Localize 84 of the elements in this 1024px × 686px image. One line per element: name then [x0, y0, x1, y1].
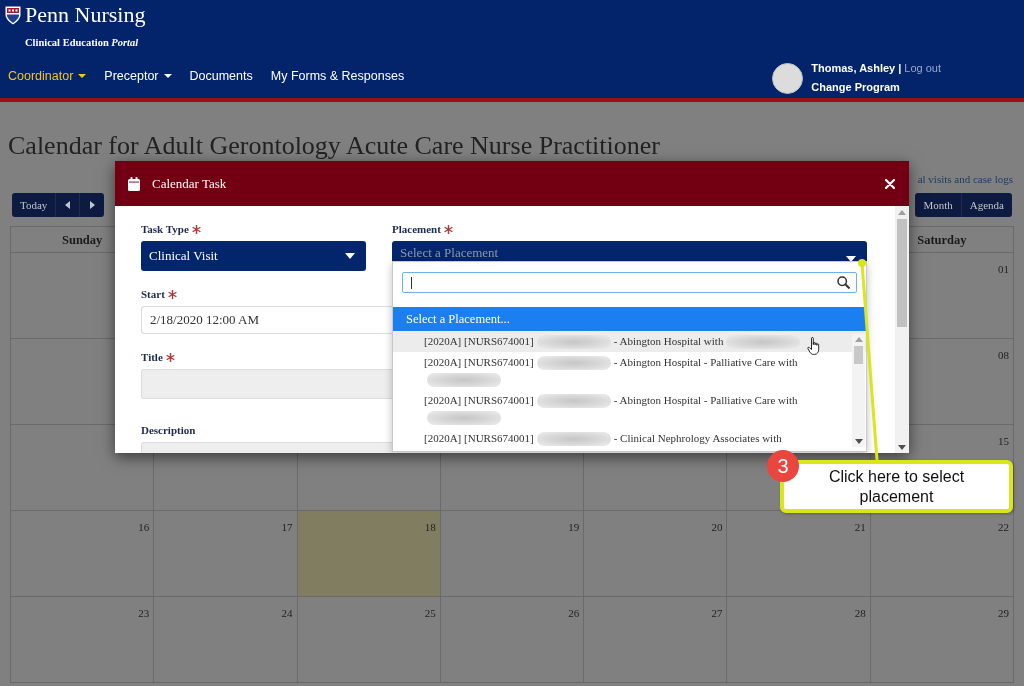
- dropdown-option[interactable]: [2020A] [NURS674001] - Abington Hospital - Palliative Care with: [393, 352, 866, 390]
- day-number: 16: [138, 520, 150, 534]
- calendar-day-cell[interactable]: 16: [11, 511, 155, 597]
- day-number: 21: [854, 520, 866, 534]
- dropdown-option[interactable]: [2020A] [NURS674001] - Abington Hospital with: [393, 331, 866, 352]
- weekday-header: Sunday: [62, 231, 103, 248]
- day-number: 24: [281, 606, 293, 620]
- text-input[interactable]: 2/18/2020 12:00 AM: [141, 306, 394, 334]
- close-icon: [885, 178, 895, 189]
- dropdown-option[interactable]: [2020A] [NURS674001] - Clinical Nephrology Associates with: [393, 428, 866, 449]
- calendar-day-cell[interactable]: 25: [297, 597, 441, 683]
- weekday-header: Saturday: [917, 231, 967, 248]
- calendar-day-cell[interactable]: 29: [870, 597, 1014, 683]
- field-label: Task Type: [141, 222, 189, 236]
- view-button[interactable]: Agenda: [961, 193, 1012, 217]
- day-number: 25: [424, 606, 436, 620]
- search-field[interactable]: [402, 272, 857, 293]
- step-number-badge: 3: [767, 450, 799, 482]
- text-cursor: [411, 277, 412, 289]
- list-scrollbar[interactable]: [852, 334, 865, 447]
- day-number: 23: [138, 606, 150, 620]
- scrollbar-thumb[interactable]: [897, 219, 907, 327]
- logo-subtitle: Clinical Education Portal: [25, 36, 139, 49]
- shield-logo-icon: [5, 6, 21, 25]
- today-button[interactable]: Today: [12, 193, 57, 217]
- field-label: Title: [141, 350, 163, 364]
- day-number: 08: [998, 348, 1009, 362]
- calendar-day-cell[interactable]: 26: [440, 597, 585, 683]
- select-field[interactable]: Clinical Visit: [141, 241, 366, 271]
- day-number: 29: [998, 606, 1009, 620]
- next-button[interactable]: [80, 193, 105, 217]
- day-number: 27: [711, 606, 723, 620]
- dialog-title: Calendar Task: [152, 175, 228, 192]
- scrollbar-thumb[interactable]: [854, 346, 863, 364]
- day-number: 26: [568, 606, 580, 620]
- day-number: 01: [998, 262, 1009, 276]
- dropdown-option[interactable]: Select a Placement...: [393, 307, 866, 331]
- hand-cursor-icon: [807, 337, 822, 355]
- day-number: 22: [998, 520, 1009, 534]
- next-icon: [89, 201, 95, 209]
- calendar-day-cell[interactable]: 19: [440, 511, 585, 597]
- page-title: Calendar for Adult Gerontology Acute Care Nurse Practitioner: [8, 131, 660, 161]
- day-number: 17: [281, 520, 293, 534]
- scroll-down-icon[interactable]: [898, 445, 906, 450]
- calendar-day-cell[interactable]: 17: [154, 511, 298, 597]
- calendar-day-cell[interactable]: 27: [584, 597, 728, 683]
- logout-link[interactable]: Log out: [904, 60, 941, 77]
- day-number: 20: [711, 520, 723, 534]
- previous-button[interactable]: [56, 193, 81, 217]
- dialog-scrollbar[interactable]: [895, 206, 909, 453]
- day-number: 15: [998, 434, 1009, 448]
- calendar-icon: [128, 176, 140, 191]
- day-number: 28: [854, 606, 866, 620]
- nav-link[interactable]: Preceptor: [104, 67, 172, 85]
- calendar-day-cell[interactable]: 23: [11, 597, 155, 683]
- calendar-day-cell[interactable]: 28: [727, 597, 871, 683]
- day-number: 18: [424, 520, 436, 534]
- search-icon: [837, 276, 850, 289]
- close-button[interactable]: [885, 178, 895, 189]
- name-separator: |: [898, 61, 902, 76]
- scroll-down-icon[interactable]: [854, 439, 863, 444]
- calendar-day-cell[interactable]: 18: [297, 511, 441, 597]
- logo-title: Penn Nursing: [25, 2, 146, 28]
- scroll-up-icon[interactable]: [898, 210, 906, 215]
- view-button[interactable]: Month: [915, 193, 962, 217]
- calendar-day-cell[interactable]: 20: [584, 511, 728, 597]
- field-label: Placement: [392, 222, 441, 236]
- page-link[interactable]: al visits and case logs: [917, 172, 1013, 186]
- field-label: Start: [141, 287, 165, 301]
- nav-link[interactable]: Coordinator: [8, 67, 87, 85]
- nav-link[interactable]: Documents: [189, 67, 253, 85]
- previous-icon: [65, 201, 71, 209]
- caret-icon: [78, 74, 87, 78]
- change-program-link[interactable]: Change Program: [811, 79, 900, 96]
- day-number: 19: [568, 520, 580, 534]
- avatar-icon: [772, 62, 804, 94]
- dropdown-option[interactable]: [2020A] [NURS674001] - Abington Hospital - Palliative Care with: [393, 390, 866, 428]
- scroll-up-icon[interactable]: [854, 337, 863, 342]
- field-label: Description: [141, 423, 196, 437]
- user-name: Thomas, Ashley: [811, 61, 896, 76]
- caret-icon: [163, 74, 172, 78]
- nav-link[interactable]: My Forms & Responses: [270, 67, 405, 85]
- caret-icon: [345, 253, 355, 259]
- calendar-day-cell[interactable]: 24: [154, 597, 298, 683]
